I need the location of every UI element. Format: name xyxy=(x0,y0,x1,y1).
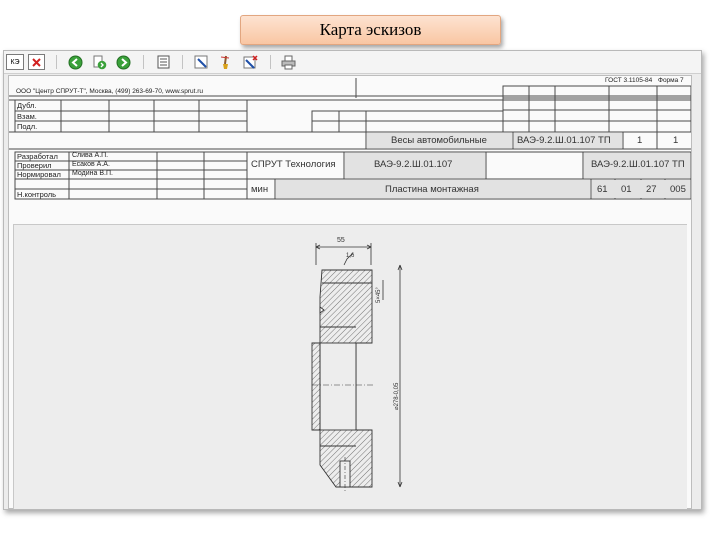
sketch-area: 55 1,6 5×45° ⌀278-0,05 xyxy=(13,224,687,509)
product-name: Весы автомобильные xyxy=(391,135,487,146)
back-icon[interactable] xyxy=(67,54,84,70)
organization-name: СПРУТ Технология xyxy=(251,159,336,170)
signature-name: Слива А.П. xyxy=(72,152,109,159)
toolbar-separator xyxy=(182,55,183,69)
brush-icon[interactable] xyxy=(217,54,234,70)
field-3: 27 xyxy=(646,184,657,195)
close-icon[interactable] xyxy=(28,54,45,70)
forward-icon[interactable] xyxy=(115,54,132,70)
form-grid xyxy=(9,78,691,200)
toolbar-separator xyxy=(270,55,271,69)
doc-code-secondary: ВАЭ-9.2.Ш.01.107 ТП xyxy=(591,159,685,170)
list-icon[interactable] xyxy=(155,54,172,70)
app-window: КЭ ООО "Центр СПРУТ-Т", Москва, (499) 26… xyxy=(3,50,702,510)
form-label: Форма 7 xyxy=(658,77,684,84)
kz-button[interactable]: КЭ xyxy=(6,54,24,70)
dimension-chamfer: 5×45° xyxy=(376,286,382,303)
page-forward-icon[interactable] xyxy=(91,54,108,70)
signature-role: Разработал xyxy=(17,152,58,161)
dimension-diameter: ⌀278-0,05 xyxy=(394,382,400,410)
signature-name: Модина В.П. xyxy=(72,170,113,177)
toolbar-separator xyxy=(56,55,57,69)
signature-role: Нормировал xyxy=(17,170,61,179)
gost-label: ГОСТ 3.1105-84 xyxy=(605,77,653,84)
field-1: 61 xyxy=(597,184,608,195)
doc-code: ВАЭ-9.2.Ш.01.107 ТП xyxy=(517,135,611,146)
field-4: 005 xyxy=(670,184,686,195)
signature-role: Проверил xyxy=(17,161,52,170)
delete-edit-icon[interactable] xyxy=(242,54,259,70)
dimension-roughness: 1,6 xyxy=(346,253,355,259)
field-2: 01 xyxy=(621,184,632,195)
company-info: ООО "Центр СПРУТ-Т", Москва, (499) 263-6… xyxy=(16,88,203,95)
signature-role: Н.контроль xyxy=(17,190,57,199)
dimension-width: 55 xyxy=(337,237,345,244)
sheet-number: 1 xyxy=(673,135,679,146)
toolbar-separator xyxy=(143,55,144,69)
row-label-vzam: Взам. xyxy=(17,112,37,121)
unit-label: мин xyxy=(251,184,269,195)
kz-button-label: КЭ xyxy=(10,58,20,66)
slide-title: Карта эскизов xyxy=(240,15,501,45)
part-code: ВАЭ-9.2.Ш.01.107 xyxy=(374,159,453,170)
print-icon[interactable] xyxy=(280,54,297,70)
part-sketch: 55 1,6 5×45° ⌀278-0,05 xyxy=(311,237,403,491)
toolbar: КЭ xyxy=(4,51,701,74)
row-label-podl: Подл. xyxy=(17,122,38,131)
part-name: Пластина монтажная xyxy=(385,184,479,195)
signature-name: Есаков А.А. xyxy=(72,161,110,168)
technological-sheet: ООО "Центр СПРУТ-Т", Москва, (499) 263-6… xyxy=(8,75,692,509)
row-label-dubl: Дубл. xyxy=(17,101,37,110)
edit-pencil-icon[interactable] xyxy=(193,54,210,70)
sheets-total: 1 xyxy=(637,135,643,146)
